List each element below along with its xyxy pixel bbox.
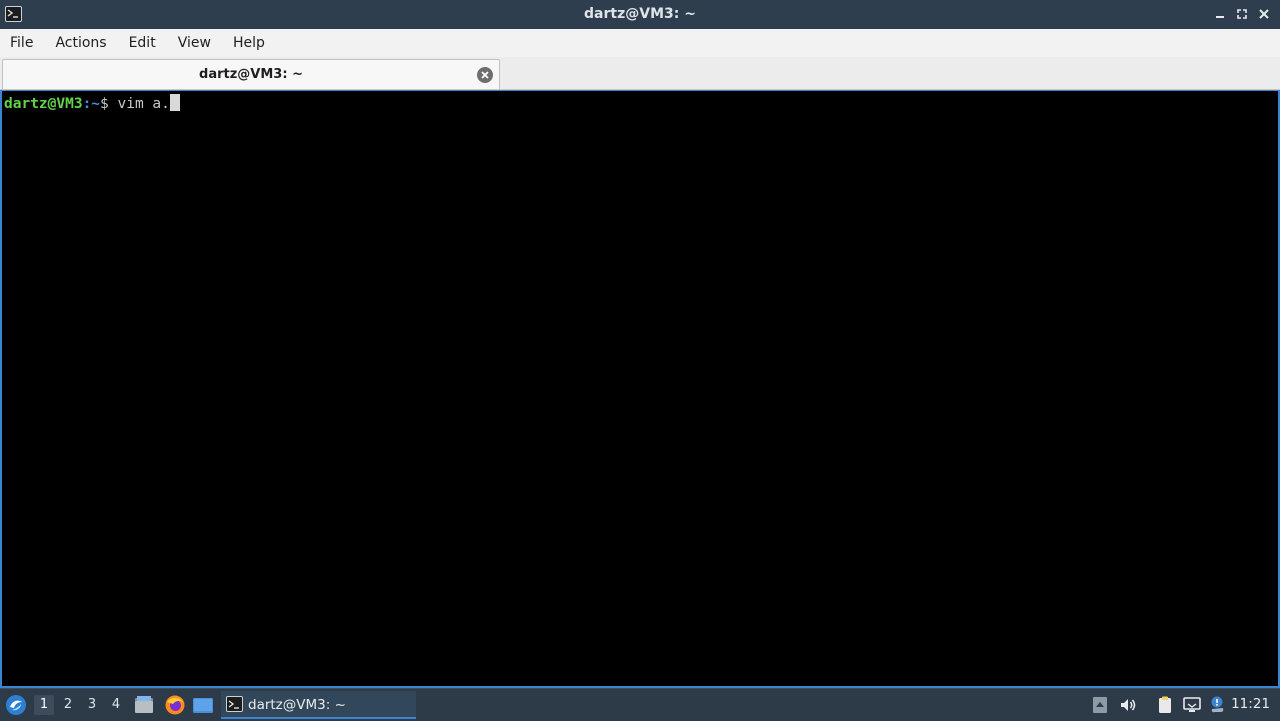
terminal-task-icon [226, 696, 243, 712]
menu-view[interactable]: View [178, 35, 211, 51]
update-notifier[interactable] [1207, 695, 1227, 715]
prompt-user: dartz@VM3 [4, 96, 83, 112]
display-settings[interactable] [1182, 695, 1202, 715]
tray-expand-button[interactable] [1090, 695, 1110, 715]
close-button[interactable] [1256, 5, 1272, 23]
workspace-3[interactable]: 3 [82, 695, 102, 715]
file-manager-icon [135, 696, 153, 713]
workspace-2[interactable]: 2 [58, 695, 78, 715]
volume-icon [1121, 699, 1136, 711]
file-manager-launcher[interactable] [133, 694, 155, 716]
menu-bar: File Actions Edit View Help [0, 29, 1280, 57]
firefox-icon [165, 695, 185, 715]
terminal-area[interactable]: dartz@VM3:~$ vim a. [0, 90, 1280, 688]
tab-terminal[interactable]: dartz@VM3: ~ [2, 59, 500, 89]
firefox-launcher[interactable] [164, 694, 186, 716]
prompt-symbol: $ [100, 96, 109, 112]
volume-control[interactable] [1118, 695, 1138, 715]
taskbar-task-label: dartz@VM3: ~ [248, 697, 346, 713]
close-circle-icon [481, 71, 489, 79]
workspace-1[interactable]: 1 [34, 695, 54, 715]
menu-file[interactable]: File [10, 35, 33, 51]
tab-bar: dartz@VM3: ~ [0, 57, 1280, 90]
maximize-icon [1237, 9, 1247, 19]
close-icon [1259, 9, 1269, 19]
monitor-icon [1183, 697, 1201, 712]
clock[interactable]: 11:21 [1231, 696, 1270, 712]
clipboard-manager[interactable] [1155, 695, 1175, 715]
window-title: dartz@VM3: ~ [584, 6, 696, 22]
prompt-path: :~ [82, 96, 101, 112]
show-desktop-launcher[interactable] [192, 694, 214, 716]
tab-label: dartz@VM3: ~ [199, 67, 303, 82]
tray-up-arrow-icon [1093, 697, 1107, 713]
update-notifier-icon [1211, 696, 1224, 713]
start-menu-button[interactable] [4, 693, 28, 717]
clipboard-icon [1159, 696, 1171, 713]
menu-actions[interactable]: Actions [55, 35, 106, 51]
taskbar: 1 2 3 4 dartz@VM3: ~ 11:21 [0, 688, 1280, 720]
window-controls [1212, 5, 1272, 23]
text-cursor [169, 94, 180, 111]
workspace-4[interactable]: 4 [106, 695, 126, 715]
maximize-button[interactable] [1234, 5, 1250, 23]
minimize-icon [1216, 16, 1224, 18]
tab-close-button[interactable] [477, 67, 493, 83]
terminal-line: dartz@VM3:~$ vim a. [4, 94, 180, 113]
window-titlebar[interactable]: dartz@VM3: ~ [0, 0, 1280, 29]
lubuntu-logo-icon [6, 695, 26, 715]
menu-help[interactable]: Help [233, 35, 265, 51]
menu-edit[interactable]: Edit [129, 35, 156, 51]
taskbar-terminal-task[interactable]: dartz@VM3: ~ [221, 691, 416, 719]
command-text: vim a. [108, 96, 170, 112]
minimize-button[interactable] [1212, 5, 1228, 23]
desktop-icon [193, 698, 213, 713]
